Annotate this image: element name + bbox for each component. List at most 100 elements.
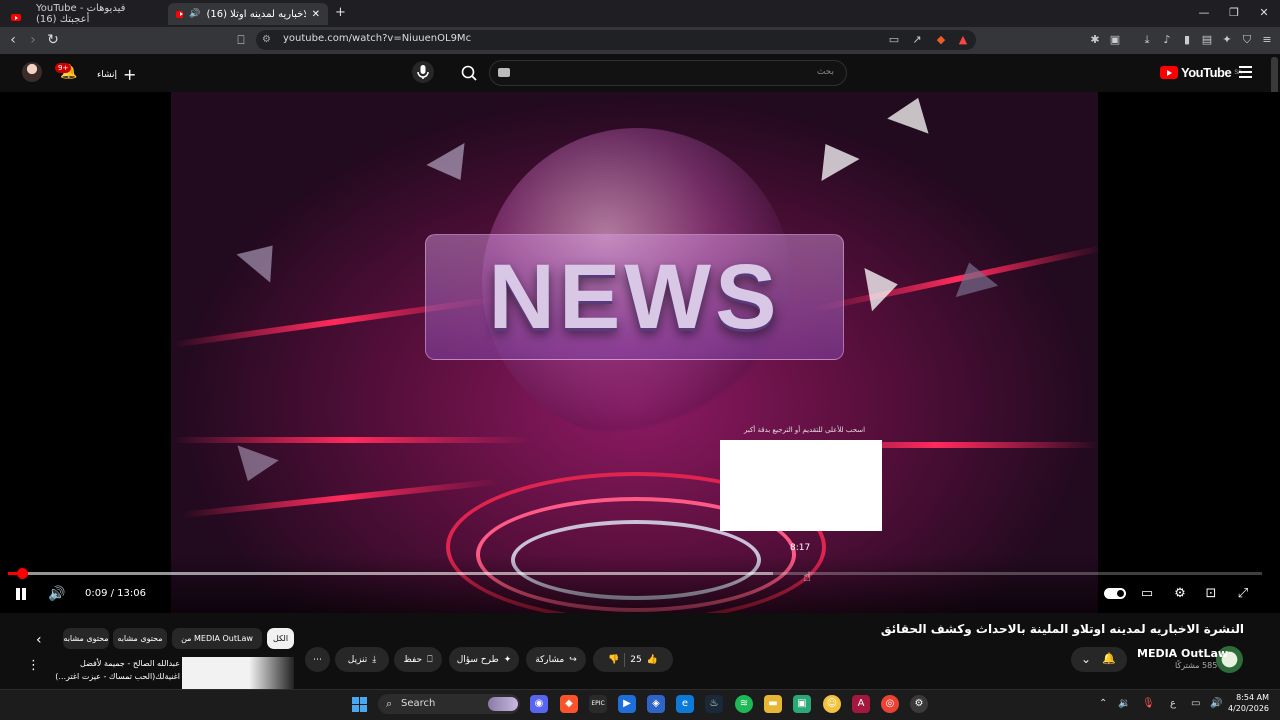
bookmark-icon[interactable]: ⎕ — [232, 31, 250, 49]
news-overlay-text: NEWS — [488, 246, 781, 348]
seek-preview-thumbnail — [720, 440, 882, 531]
extensions-icon[interactable]: ✱ — [1088, 33, 1102, 47]
settings-gear-icon[interactable]: ⚙ — [1170, 586, 1190, 601]
audio-tray-icon[interactable]: 🔉 — [1118, 698, 1130, 709]
leo-ai-icon[interactable]: ✦ — [1220, 33, 1234, 47]
floating-triangle — [806, 133, 860, 181]
save-button[interactable]: حفظ ⎕ — [394, 647, 442, 672]
search-button[interactable] — [452, 61, 488, 85]
vpn-icon[interactable]: ⛉ — [1240, 33, 1254, 47]
hamburger-menu-icon[interactable] — [1239, 66, 1252, 78]
more-actions-button[interactable]: ⋯ — [305, 647, 330, 672]
taskbar-clock[interactable]: 8:54 AM 4/20/2026 — [1228, 692, 1269, 714]
share-icon: ↪ — [569, 654, 577, 665]
app-icon[interactable]: ☺ — [823, 695, 841, 713]
tab-current-video[interactable]: 🔊 (16) النشرة الاخباريه لمدينه اوتلا ✕ — [168, 3, 328, 25]
chevron-left-icon[interactable]: ‹ — [36, 632, 42, 648]
search-highlight-icon — [488, 697, 518, 711]
minimize-button[interactable]: — — [1194, 4, 1214, 22]
avatar[interactable] — [22, 62, 42, 82]
autoplay-toggle[interactable] — [1104, 588, 1126, 599]
cast-icon[interactable]: ▭ — [887, 33, 901, 47]
site-info-icon[interactable]: ⚙ — [262, 34, 271, 45]
fullscreen-icon[interactable]: ⤢ — [1233, 586, 1253, 601]
new-tab-button[interactable]: + — [335, 5, 346, 20]
share-page-icon[interactable]: ↗ — [910, 33, 924, 47]
media-icon[interactable]: ♪ — [1160, 33, 1174, 47]
browser-menu-icon[interactable]: ≡ — [1260, 33, 1274, 47]
chip-related-2[interactable]: محتوى مشابه — [63, 628, 109, 649]
share-button[interactable]: مشاركة ↪ — [526, 647, 586, 672]
wallet-icon[interactable]: ▤ — [1200, 33, 1214, 47]
volume-icon[interactable]: 🔊 — [48, 586, 65, 602]
close-tab-icon[interactable]: ✕ — [312, 9, 320, 20]
network-icon[interactable]: ▭ — [1191, 698, 1200, 709]
youtube-favicon-icon — [11, 14, 21, 21]
clock-time: 8:54 AM — [1236, 693, 1270, 702]
miniplayer-icon[interactable]: ⊡ — [1201, 586, 1221, 601]
chip-related[interactable]: محتوى مشابه — [113, 628, 167, 649]
recommendation-title[interactable]: عبدالله الصالح - جميمة لأفضل اغنيةلك(الح… — [45, 657, 180, 683]
steam-icon[interactable]: ♨ — [705, 695, 723, 713]
file-explorer-icon[interactable]: ▬ — [764, 695, 782, 713]
taskbar-search-label: Search — [401, 698, 436, 709]
red-light-streak — [180, 478, 500, 518]
windows-taskbar — [0, 689, 1280, 720]
create-button[interactable]: إنشاء + — [97, 65, 136, 84]
download-icon[interactable]: ⤓ — [1140, 33, 1154, 47]
volume-tray-icon[interactable]: 🔊 — [1210, 698, 1222, 709]
brave-shield-icon[interactable]: ◆ — [934, 33, 948, 47]
discord-icon[interactable]: ◉ — [530, 695, 548, 713]
back-icon[interactable]: ‹ — [4, 31, 22, 49]
chip-from-channel[interactable]: من MEDIA OutLaw — [172, 628, 262, 649]
taskbar-search[interactable]: ⌕ Search — [378, 694, 520, 714]
tab-liked-videos[interactable]: YouTube - فيديوهات أعجبتك (16) — [28, 3, 166, 25]
app-icon[interactable]: A — [852, 695, 870, 713]
chrome-icon[interactable]: ◎ — [881, 695, 899, 713]
url-text[interactable]: youtube.com/watch?v=NiuuenOL9Mc — [283, 33, 471, 44]
voice-search-button[interactable] — [412, 61, 434, 83]
recommendation-thumbnail[interactable] — [182, 657, 294, 690]
tray-overflow-icon[interactable]: ⌃ — [1099, 698, 1107, 709]
keyboard-icon[interactable] — [498, 68, 510, 77]
spotify-icon[interactable]: ≋ — [735, 695, 753, 713]
forward-icon[interactable]: › — [24, 31, 42, 49]
screenshot-icon[interactable]: ▣ — [1108, 33, 1122, 47]
floating-triangle — [227, 445, 279, 489]
sidebar-icon[interactable]: ▮ — [1180, 33, 1194, 47]
app-icon[interactable]: ▶ — [618, 695, 636, 713]
search-icon: ⌕ — [386, 697, 393, 710]
microphone-tray-icon[interactable]: 🎙 — [1142, 698, 1155, 709]
download-button[interactable]: تنزيل ⤓ — [335, 647, 389, 672]
floating-triangle — [947, 256, 999, 298]
youtube-logo[interactable]: YouTube SA — [1160, 65, 1242, 80]
search-input[interactable]: بحث — [489, 60, 847, 86]
like-dislike-group: 👎 25 👍 — [593, 647, 673, 672]
pause-icon[interactable] — [14, 587, 28, 601]
chip-all[interactable]: الكل — [267, 628, 294, 649]
app-icon[interactable]: ◈ — [647, 695, 665, 713]
microphone-icon — [417, 65, 429, 79]
reload-icon[interactable]: ↻ — [44, 31, 62, 49]
brave-rewards-icon[interactable]: ▲ — [956, 33, 970, 47]
windows-start-icon[interactable] — [352, 697, 367, 712]
edge-icon[interactable]: e — [676, 695, 694, 713]
subscription-bell-button[interactable]: ⌄ 🔔 — [1071, 647, 1127, 672]
app-icon[interactable]: ▣ — [793, 695, 811, 713]
maximize-button[interactable]: ❐ — [1224, 4, 1244, 22]
channel-name[interactable]: MEDIA OutLaw — [1137, 647, 1228, 660]
floating-triangle — [236, 231, 290, 283]
brave-icon[interactable]: ◆ — [560, 695, 578, 713]
ask-button[interactable]: طرح سؤال ✦ — [449, 647, 519, 672]
dislike-icon[interactable]: 👎 — [608, 655, 619, 665]
language-indicator[interactable]: ع — [1170, 698, 1176, 709]
epic-games-icon[interactable]: EPIC — [589, 695, 607, 713]
close-window-button[interactable]: ✕ — [1254, 4, 1274, 22]
bell-icon: 🔔 — [1102, 652, 1116, 665]
recommendation-menu-icon[interactable]: ⋮ — [27, 658, 40, 673]
like-icon[interactable]: 👍 — [647, 655, 658, 665]
speaker-icon[interactable]: 🔊 — [189, 9, 200, 19]
settings-icon[interactable]: ⚙ — [910, 695, 928, 713]
subtitles-icon[interactable]: ▭ — [1137, 586, 1157, 601]
share-label: مشاركة — [535, 654, 565, 665]
